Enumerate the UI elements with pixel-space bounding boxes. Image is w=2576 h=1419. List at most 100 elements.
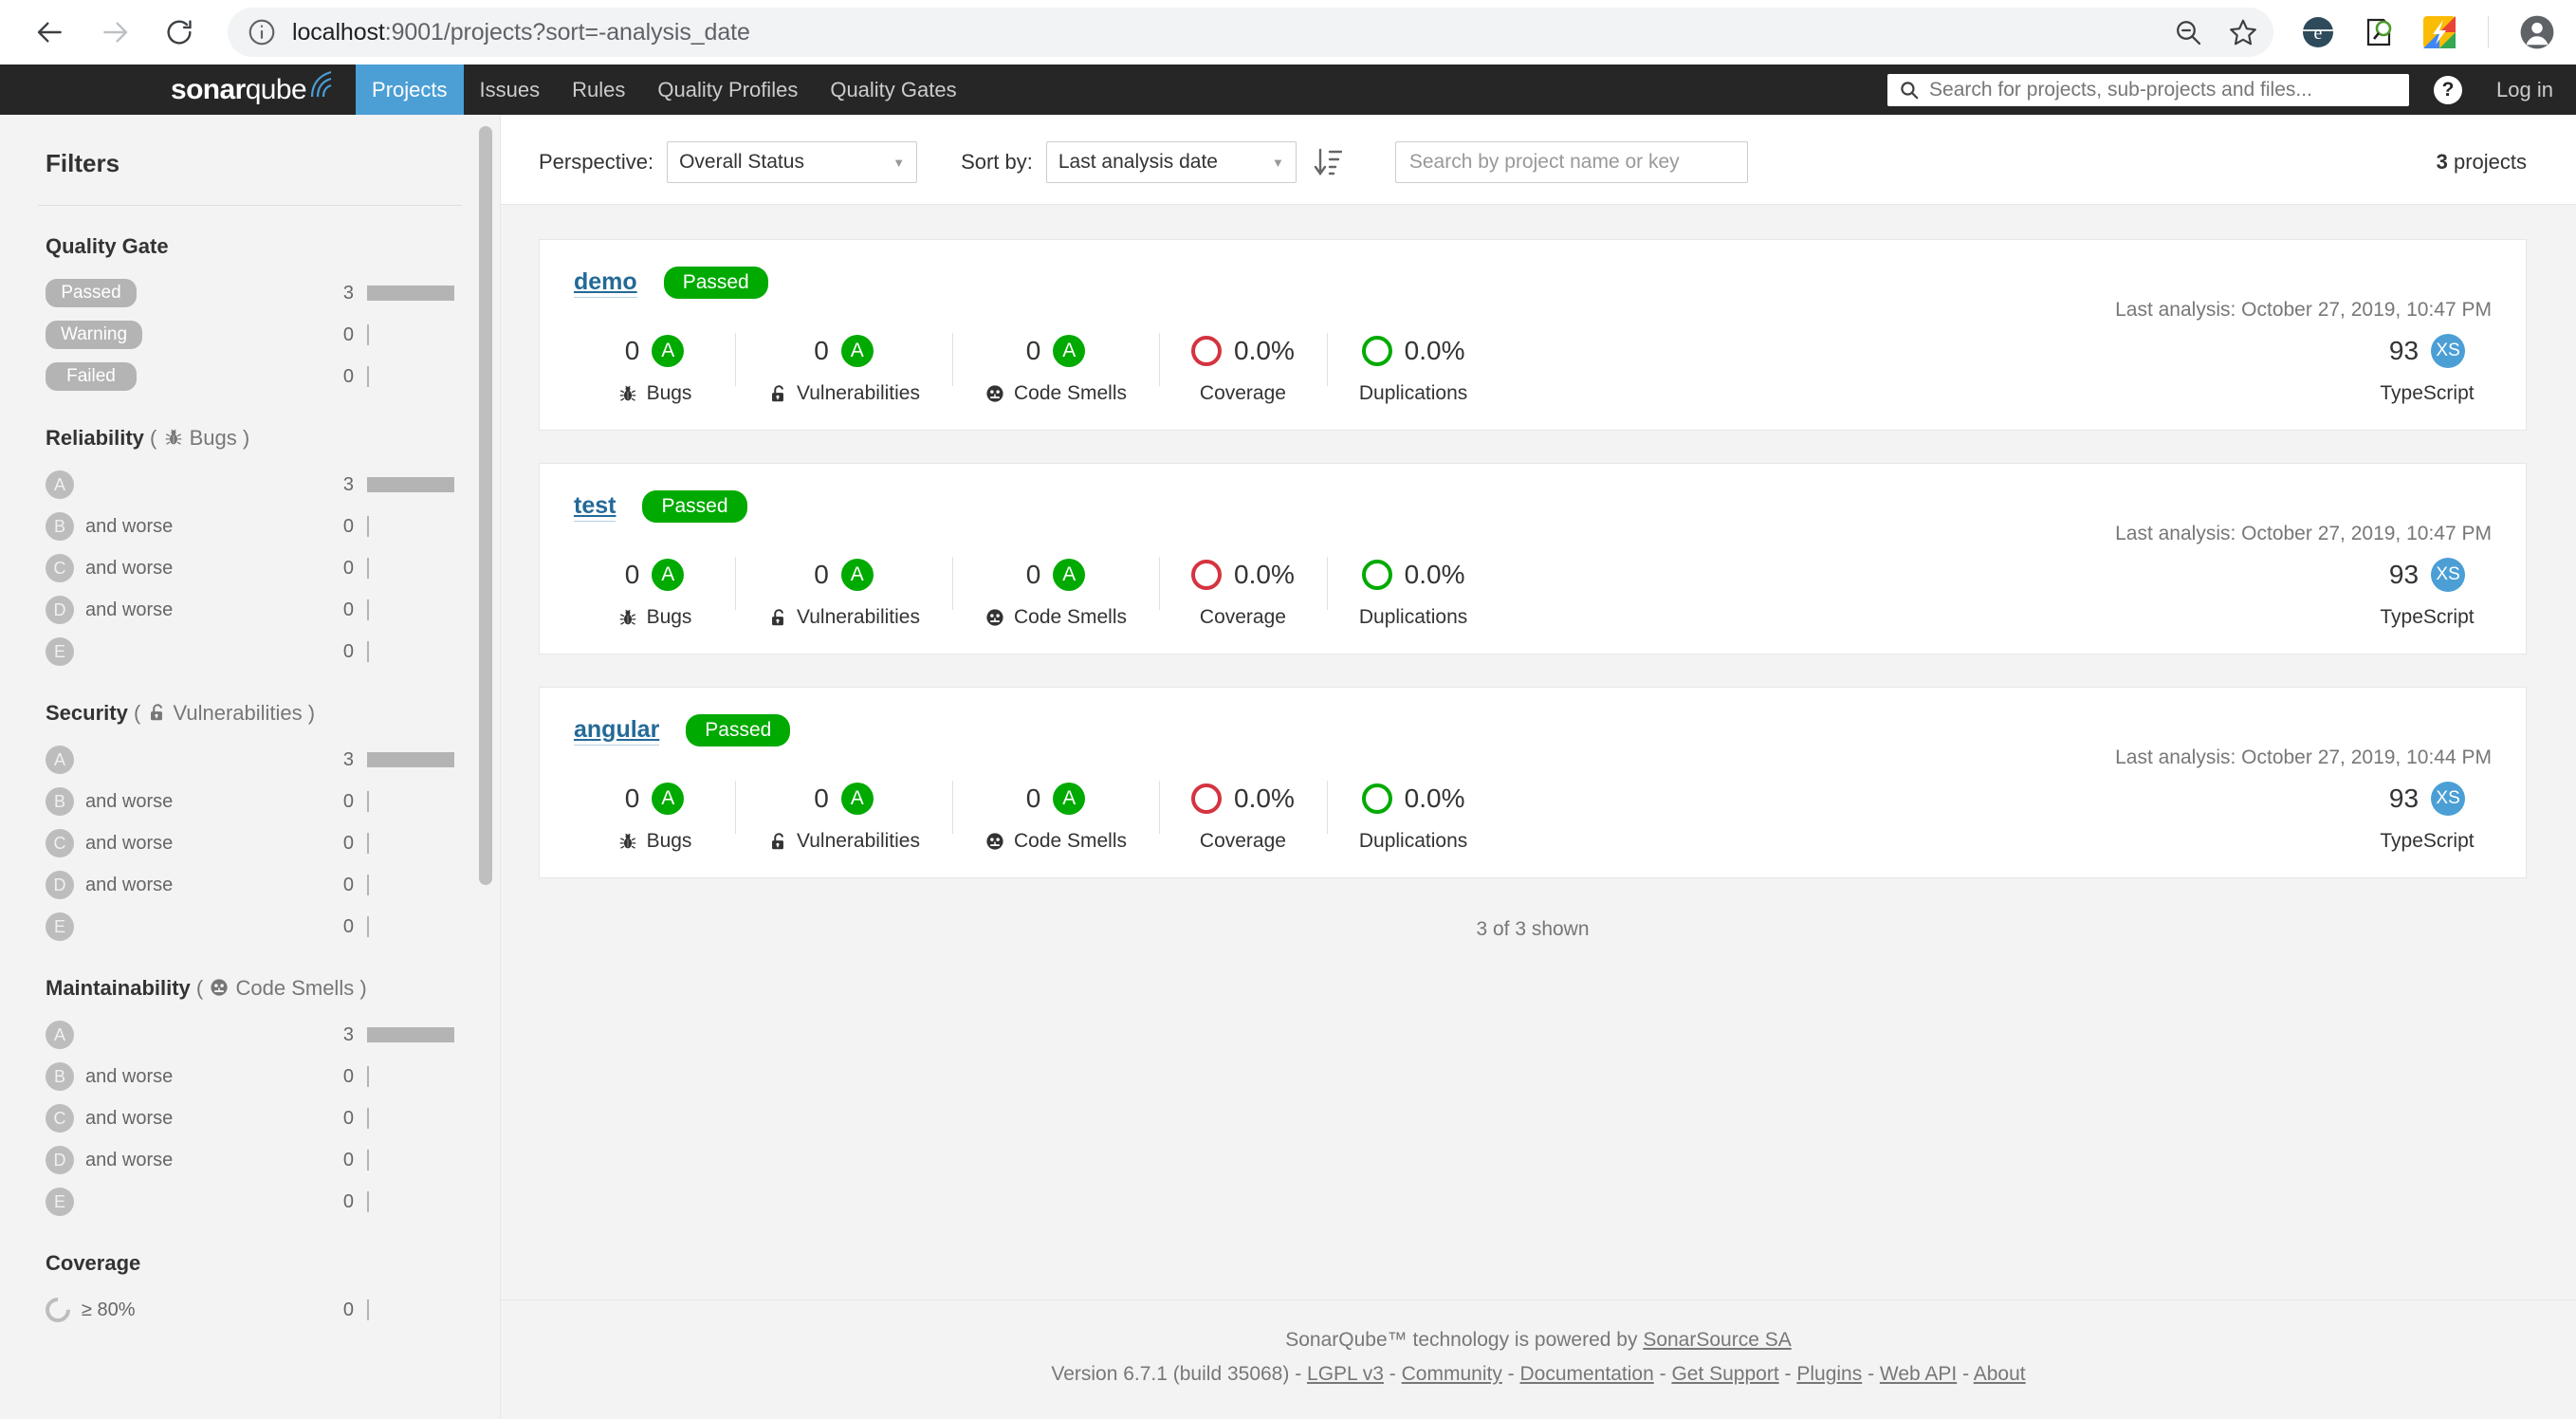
rating-circle-B: B: [46, 512, 74, 541]
size-number: 93: [2388, 560, 2420, 589]
toolbar-divider: [2488, 16, 2489, 48]
sonarsource-link[interactable]: SonarSource SA: [1643, 1329, 1791, 1351]
facet-row-maintainability-e[interactable]: E0: [38, 1181, 462, 1223]
facet-row-maintainability-c[interactable]: Cand worse 0: [38, 1097, 462, 1139]
facet-row-security-c[interactable]: Cand worse 0: [38, 822, 462, 864]
metric-duplications: 0.0% Duplications: [1326, 555, 1500, 629]
facet-quality-gate: Quality Gate Passed 3 Warning 0 Failed 0: [0, 206, 500, 397]
reload-icon[interactable]: [150, 3, 209, 62]
project-name-link[interactable]: angular: [574, 715, 660, 746]
facet-row-reliability-e[interactable]: E0: [38, 631, 462, 673]
facet-bar-empty: [367, 558, 369, 579]
metric-bugs-label: Bugs: [617, 382, 691, 405]
facet-bar-empty: [367, 1299, 369, 1320]
facet-row-quality-gate-warning[interactable]: Warning 0: [38, 314, 462, 356]
metric-size-label: TypeScript: [2380, 606, 2474, 629]
facet-row-security-b[interactable]: Band worse 0: [38, 781, 462, 822]
back-arrow-icon[interactable]: [21, 3, 80, 62]
metric-size-value: 93 XS: [2388, 779, 2466, 819]
sidebar-scrollbar[interactable]: [479, 126, 492, 885]
status-badge: Passed: [663, 267, 768, 299]
rating-circle-D: D: [46, 596, 74, 624]
facet-row-coverage--80-[interactable]: ≥ 80% 0: [38, 1289, 462, 1331]
perspective-select[interactable]: Overall Status ▼: [667, 141, 918, 183]
facet-row-maintainability-b[interactable]: Band worse 0: [38, 1056, 462, 1097]
facet-row-security-e[interactable]: E0: [38, 906, 462, 948]
footer-separator: -: [1289, 1363, 1308, 1386]
facet-row-label-group: Passed: [46, 279, 235, 307]
project-search-input[interactable]: Search by project name or key: [1394, 141, 1748, 183]
facet-title-quality-gate: Quality Gate: [38, 234, 462, 259]
metric-coverage-label: Coverage: [1200, 606, 1286, 629]
facet-row-security-a[interactable]: A3: [38, 739, 462, 781]
login-link[interactable]: Log in: [2496, 78, 2553, 102]
facet-row-reliability-d[interactable]: Dand worse 0: [38, 589, 462, 631]
facet-row-bar: [367, 324, 462, 345]
facet-row-reliability-c[interactable]: Cand worse 0: [38, 547, 462, 589]
facet-row-count: 0: [342, 1065, 354, 1087]
ethereum-extension-icon[interactable]: e: [2300, 14, 2336, 50]
footer-link-get-support[interactable]: Get Support: [1671, 1363, 1778, 1385]
metric-bugs-value: 0A: [625, 779, 685, 819]
facet-row-sublabel: and worse: [85, 515, 174, 537]
metric-duplications-label: Duplications: [1359, 830, 1467, 853]
vulnerability-lock-icon: [146, 702, 167, 723]
facet-row-bar: [367, 791, 462, 812]
help-icon[interactable]: ?: [2434, 75, 2463, 104]
nav-item-projects[interactable]: Projects: [356, 64, 464, 115]
project-name-link[interactable]: demo: [574, 267, 637, 299]
footer-link-documentation[interactable]: Documentation: [1520, 1363, 1654, 1385]
profile-avatar-icon[interactable]: [2519, 14, 2555, 50]
nav-item-quality-gates[interactable]: Quality Gates: [814, 64, 972, 115]
facet-row-sublabel: and worse: [85, 790, 174, 812]
facet-row-security-d[interactable]: Dand worse 0: [38, 864, 462, 906]
global-search-input[interactable]: Search for projects, sub-projects and fi…: [1887, 73, 2410, 106]
footer-link-about[interactable]: About: [1974, 1363, 2026, 1385]
nav-item-issues[interactable]: Issues: [464, 64, 557, 115]
footer-link-lgpl-v3[interactable]: LGPL v3: [1307, 1363, 1384, 1385]
page-inspect-extension-icon[interactable]: [2361, 14, 2397, 50]
lightning-extension-icon[interactable]: [2421, 14, 2457, 50]
zoom-out-icon[interactable]: [2173, 17, 2203, 47]
project-metrics: 0A Bugs 0A Vulnerabilities 0 A Code Smel…: [574, 779, 2492, 853]
facet-row-reliability-a[interactable]: A3: [38, 464, 462, 506]
nav-item-quality-profiles[interactable]: Quality Profiles: [641, 64, 814, 115]
coverage-value: 0.0%: [1234, 336, 1295, 365]
size-number: 93: [2388, 783, 2420, 813]
facet-row-label-group: Band worse: [46, 512, 235, 541]
metric-code-smells-value: 0A: [1026, 331, 1086, 371]
rating-circle-D: D: [46, 871, 74, 899]
project-name-link[interactable]: test: [574, 491, 616, 523]
facet-row-quality-gate-passed[interactable]: Passed 3: [38, 272, 462, 314]
facet-row-count: 0: [342, 1149, 354, 1170]
metric-vulnerabilities-label: Vulnerabilities: [767, 382, 920, 405]
footer-link-community[interactable]: Community: [1402, 1363, 1502, 1385]
facet-bar-empty: [367, 599, 369, 620]
nav-item-rules[interactable]: Rules: [556, 64, 641, 115]
facet-bar-fill: [367, 1027, 454, 1042]
facet-row-quality-gate-failed[interactable]: Failed 0: [38, 356, 462, 397]
facet-title-text: Reliability: [46, 426, 144, 450]
address-bar[interactable]: localhost:9001/projects?sort=-analysis_d…: [228, 8, 2273, 57]
facet-row-label-group: A: [46, 470, 235, 499]
sort-descending-icon[interactable]: [1314, 147, 1342, 177]
footer-link-web-api[interactable]: Web API: [1880, 1363, 1957, 1385]
site-info-icon[interactable]: [247, 17, 277, 47]
star-bookmark-icon[interactable]: [2228, 17, 2258, 47]
language-label: TypeScript: [2380, 830, 2475, 852]
facet-row-bar: [367, 752, 462, 767]
facet-row-maintainability-a[interactable]: A3: [38, 1014, 462, 1056]
footer-link-plugins[interactable]: Plugins: [1796, 1363, 1862, 1385]
sonarqube-logo[interactable]: sonar qube: [171, 64, 342, 115]
facet-row-maintainability-d[interactable]: Dand worse 0: [38, 1139, 462, 1181]
facet-row-reliability-b[interactable]: Band worse 0: [38, 506, 462, 547]
sort-select[interactable]: Last analysis date ▼: [1045, 141, 1297, 183]
last-analysis-date: Last analysis: October 27, 2019, 10:44 P…: [2115, 746, 2492, 768]
vulnerability-lock-icon: [767, 383, 788, 404]
code-smell-icon: [984, 831, 1005, 852]
coverage-value: 0.0%: [1234, 560, 1295, 589]
project-card: angular Passed Last analysis: October 27…: [539, 687, 2527, 878]
svg-text:e: e: [2314, 23, 2323, 44]
project-metrics: 0A Bugs 0A Vulnerabilities 0 A Code Smel…: [574, 331, 2492, 405]
forward-arrow-icon: [85, 3, 144, 62]
